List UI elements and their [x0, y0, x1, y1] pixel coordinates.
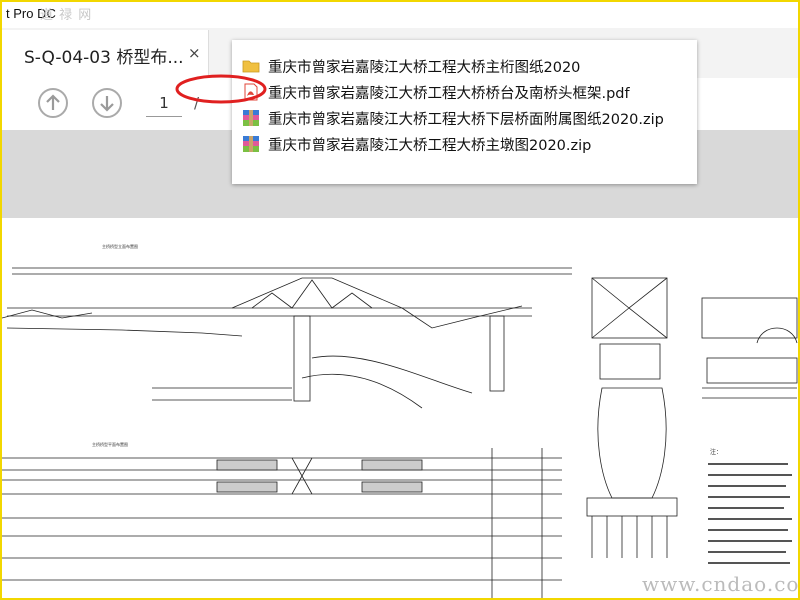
file-item-label: 重庆市曾家岩嘉陵江大桥工程大桥主桁图纸2020: [268, 59, 581, 76]
next-page-button[interactable]: [92, 88, 122, 118]
zip-archive-icon: [243, 110, 259, 126]
file-item-label: 重庆市曾家岩嘉陵江大桥工程大桥主墩图2020.zip: [268, 137, 592, 154]
zip-archive-icon: [243, 136, 259, 152]
notes-heading: 注：: [710, 448, 722, 456]
app-window: t Pro DC 道 禄 网 S-Q-04-03 桥型布... × 1 / 主桥…: [0, 0, 800, 600]
file-item-main-truss-folder[interactable]: 重庆市曾家岩嘉陵江大桥工程大桥主桁图纸2020: [242, 54, 580, 78]
file-item-label: 重庆市曾家岩嘉陵江大桥工程大桥下层桥面附属图纸2020.zip: [268, 111, 664, 128]
file-item-abutment-pdf[interactable]: 重庆市曾家岩嘉陵江大桥工程大桥桥台及南桥头框架.pdf: [242, 80, 630, 104]
elevation-label: 主桥桥型立面布置图: [102, 243, 138, 249]
file-item-pier-zip[interactable]: 重庆市曾家岩嘉陵江大桥工程大桥主墩图2020.zip: [242, 132, 591, 156]
title-bar: t Pro DC 道 禄 网: [2, 2, 798, 28]
close-icon[interactable]: ×: [188, 44, 201, 62]
document-tab[interactable]: S-Q-04-03 桥型布... ×: [2, 30, 209, 78]
plan-label: 主桥桥型平面布置图: [92, 441, 128, 447]
watermark-top: 道 禄 网: [40, 8, 93, 23]
file-list-popup: 重庆市曾家岩嘉陵江大桥工程大桥主桁图纸2020 重庆市曾家岩嘉陵江大桥工程大桥桥…: [232, 40, 697, 184]
watermark-bottom: www.cndao.com: [642, 572, 800, 596]
file-item-label: 重庆市曾家岩嘉陵江大桥工程大桥桥台及南桥头框架.pdf: [268, 85, 630, 102]
previous-page-button[interactable]: [38, 88, 68, 118]
bridge-drawing-graphic: 主桥桥型立面布置图 主桥桥型平面布置图 注：: [2, 243, 798, 598]
arrow-up-circle-icon: [46, 94, 60, 110]
arrow-down-circle-icon: [100, 96, 114, 112]
tab-title: S-Q-04-03 桥型布...: [24, 48, 184, 68]
red-annotation-ellipse: [175, 74, 267, 104]
engineering-drawing: 主桥桥型立面布置图 主桥桥型平面布置图 注：: [2, 218, 798, 598]
file-item-deck-zip[interactable]: 重庆市曾家岩嘉陵江大桥工程大桥下层桥面附属图纸2020.zip: [242, 106, 664, 130]
